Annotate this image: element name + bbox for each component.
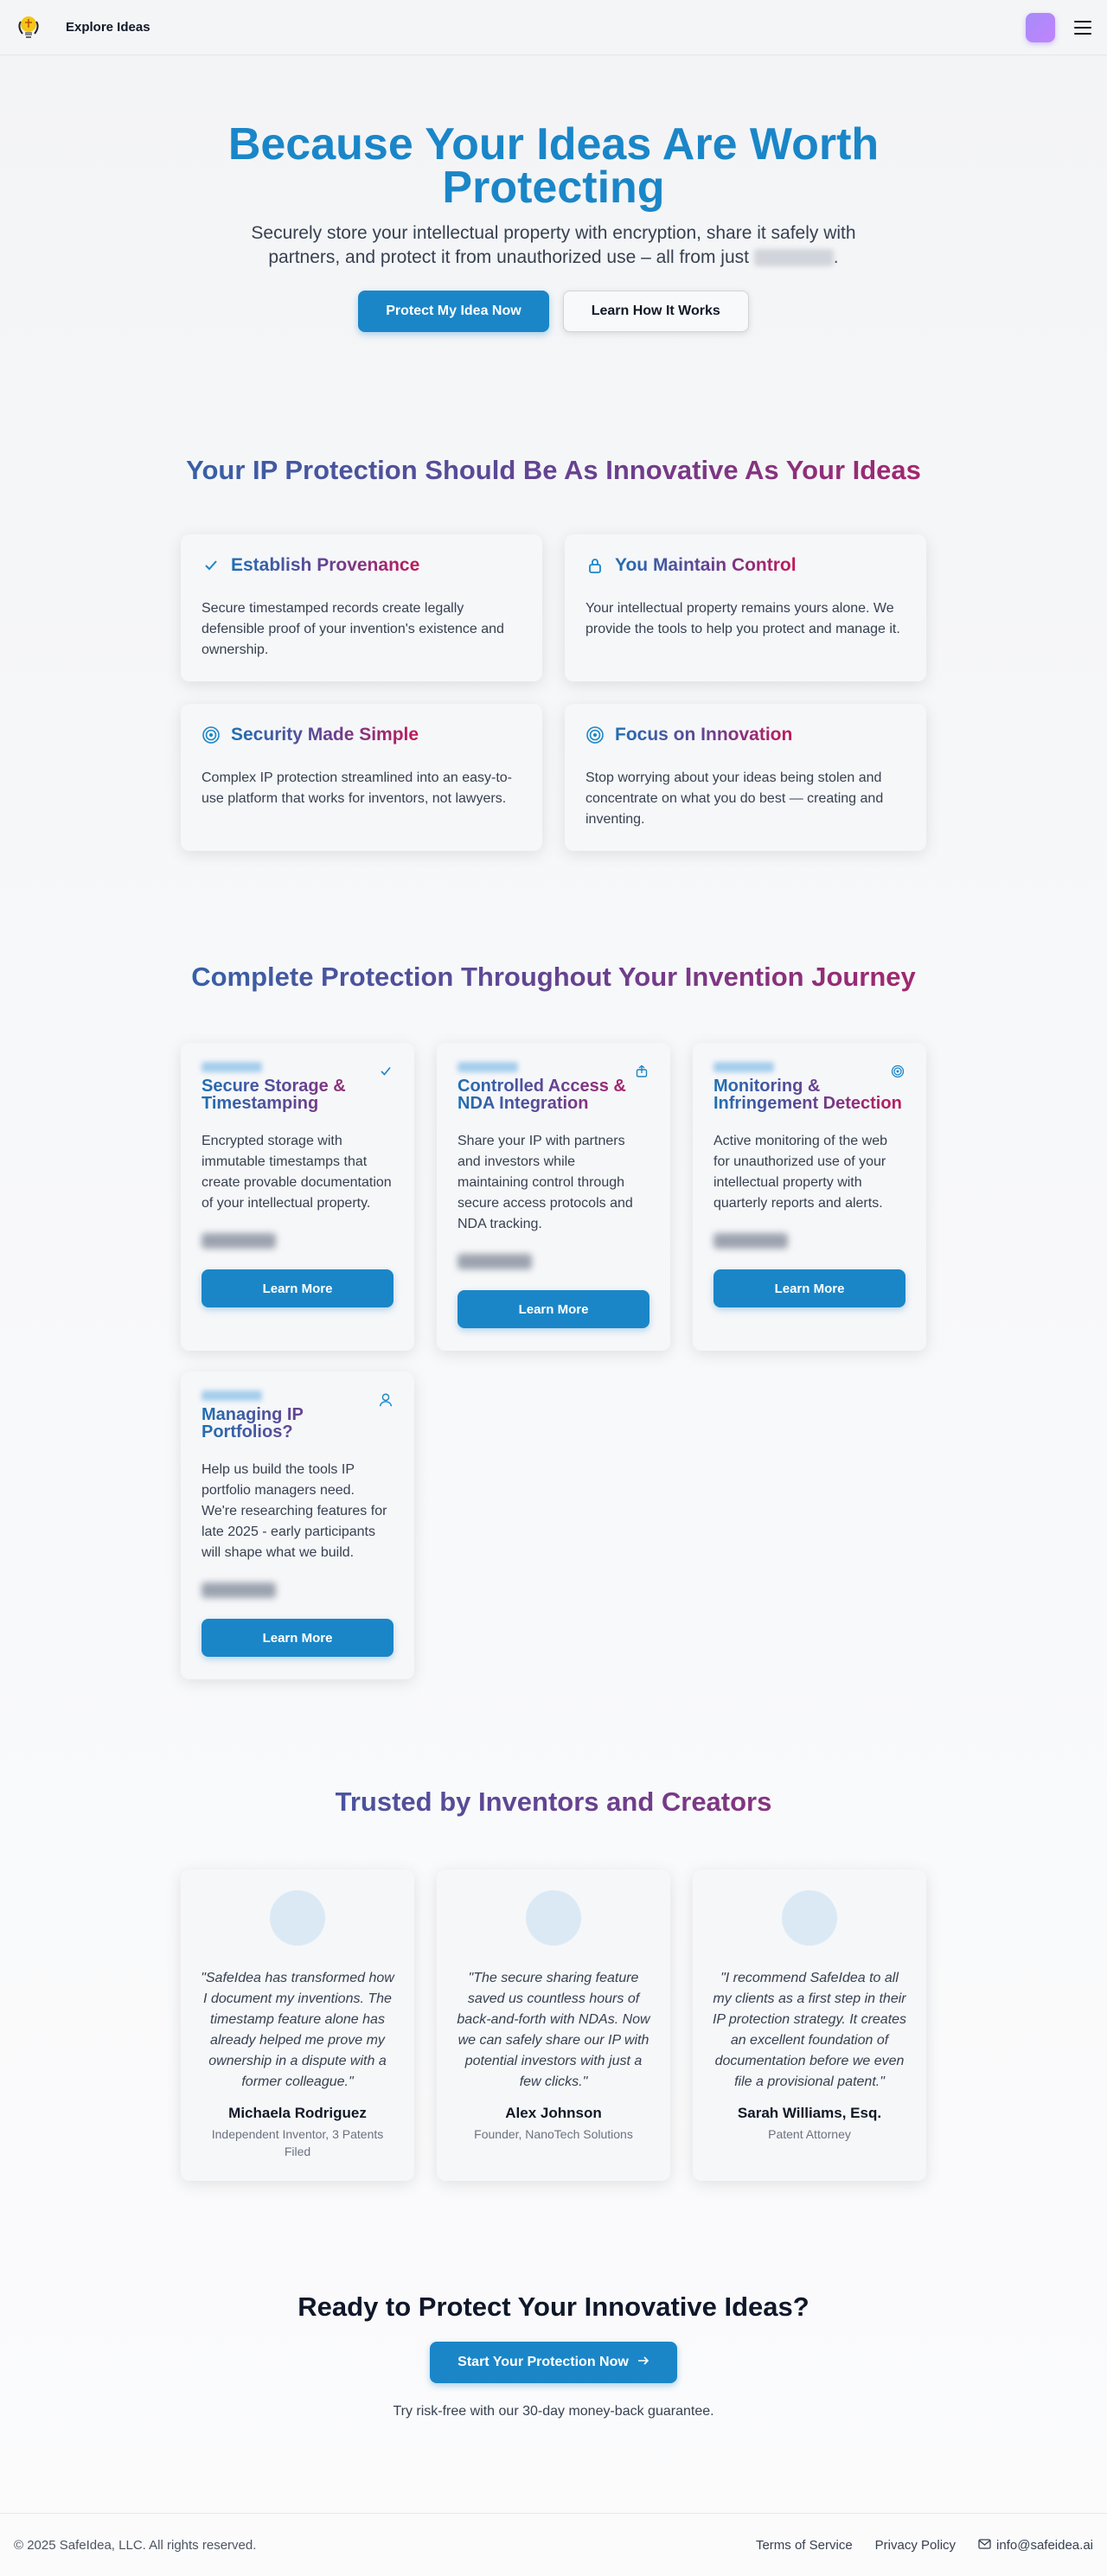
terms-link[interactable]: Terms of Service: [756, 2538, 853, 2553]
blurred-price: [202, 1582, 276, 1598]
service-text: Help us build the tools IP portfolio man…: [202, 1462, 387, 1560]
hero-subtitle-end: .: [833, 247, 839, 267]
cta-section: Ready to Protect Your Innovative Ideas? …: [0, 2292, 1107, 2419]
service-text: Active monitoring of the web for unautho…: [713, 1134, 887, 1211]
feature-card: Focus on Innovation Stop worrying about …: [565, 704, 926, 851]
share-icon: [634, 1064, 649, 1079]
email-link[interactable]: info@safeidea.ai: [978, 2538, 1093, 2553]
learn-more-button[interactable]: Learn More: [458, 1290, 649, 1328]
hero-buttons: Protect My Idea Now Learn How It Works: [0, 291, 1107, 332]
feature-title: Security Made Simple: [231, 725, 419, 745]
hamburger-menu-icon[interactable]: [1074, 20, 1091, 35]
blurred-tag: [713, 1062, 774, 1072]
testimonial-role: Independent Inventor, 3 Patents Filed: [211, 2127, 384, 2158]
feature-title: Establish Provenance: [231, 555, 420, 575]
explore-ideas-link[interactable]: Explore Ideas: [66, 20, 150, 35]
blurred-price: [458, 1254, 532, 1269]
learn-more-button[interactable]: Learn More: [202, 1619, 394, 1657]
service-card: Controlled Access & NDA Integration Shar…: [437, 1043, 670, 1351]
testimonial-quote: "I recommend SafeIdea to all my clients …: [712, 1971, 907, 2089]
testimonial-card: "SafeIdea has transformed how I document…: [181, 1870, 414, 2181]
testimonial-avatar: [270, 1890, 325, 1946]
user-icon: [378, 1392, 394, 1408]
arrow-right-icon: [637, 2355, 649, 2370]
cta-button-label: Start Your Protection Now: [458, 2355, 629, 2369]
feature-text: Secure timestamped records create legall…: [202, 601, 504, 657]
top-nav: Explore Ideas: [0, 0, 1107, 55]
service-card: Monitoring & Infringement Detection Acti…: [693, 1043, 926, 1351]
feature-card: Establish Provenance Secure timestamped …: [181, 534, 542, 681]
cta-note: Try risk-free with our 30-day money-back…: [393, 2404, 714, 2419]
blurred-tag: [202, 1390, 262, 1401]
features-grid: Establish Provenance Secure timestamped …: [181, 534, 926, 851]
mail-icon: [978, 2538, 991, 2553]
hero-title: Because Your Ideas Are Worth Protecting: [227, 119, 880, 213]
footer-links: Terms of Service Privacy Policy info@saf…: [756, 2538, 1093, 2553]
radar-icon: [890, 1064, 905, 1079]
privacy-link[interactable]: Privacy Policy: [875, 2538, 956, 2553]
testimonial-role: Founder, NanoTech Solutions: [474, 2127, 633, 2141]
check-icon: [378, 1064, 394, 1079]
feature-text: Stop worrying about your ideas being sto…: [585, 770, 884, 827]
services-section: Complete Protection Throughout Your Inve…: [0, 962, 1107, 1679]
service-title: Secure Storage & Timestamping: [202, 1077, 394, 1112]
features-title: Your IP Protection Should Be As Innovati…: [0, 455, 1107, 486]
logo-icon[interactable]: [16, 12, 42, 43]
service-text: Share your IP with partners and investor…: [458, 1134, 633, 1231]
feature-card: You Maintain Control Your intellectual p…: [565, 534, 926, 681]
testimonial-name: Michaela Rodriguez: [228, 2105, 367, 2121]
hero-subtitle: Securely store your intellectual propert…: [225, 221, 882, 270]
user-avatar[interactable]: [1026, 12, 1055, 42]
target-icon: [202, 725, 221, 745]
learn-more-button[interactable]: Learn More: [202, 1269, 394, 1307]
service-card: Managing IP Portfolios? Help us build th…: [181, 1371, 414, 1679]
feature-card: Security Made Simple Complex IP protecti…: [181, 704, 542, 851]
nav-right: [1026, 12, 1091, 42]
learn-how-it-works-button[interactable]: Learn How It Works: [562, 291, 749, 332]
testimonial-name: Alex Johnson: [505, 2105, 602, 2121]
features-section: Your IP Protection Should Be As Innovati…: [0, 455, 1107, 851]
hero-section: Because Your Ideas Are Worth Protecting …: [0, 55, 1107, 332]
blurred-price: [202, 1233, 276, 1249]
testimonial-card: "The secure sharing feature saved us cou…: [437, 1870, 670, 2181]
feature-text: Your intellectual property remains yours…: [585, 601, 900, 636]
feature-title: Focus on Innovation: [615, 725, 793, 745]
testimonials-grid: "SafeIdea has transformed how I document…: [181, 1870, 926, 2181]
check-icon: [202, 556, 221, 575]
feature-text: Complex IP protection streamlined into a…: [202, 770, 512, 806]
protect-my-idea-button[interactable]: Protect My Idea Now: [358, 291, 549, 332]
service-card: Secure Storage & Timestamping Encrypted …: [181, 1043, 414, 1351]
testimonial-avatar: [526, 1890, 581, 1946]
copyright: © 2025 SafeIdea, LLC. All rights reserve…: [14, 2537, 257, 2553]
target-icon: [585, 725, 605, 745]
testimonial-quote: "The secure sharing feature saved us cou…: [457, 1971, 650, 2089]
testimonial-avatar: [782, 1890, 837, 1946]
testimonial-role: Patent Attorney: [768, 2127, 851, 2141]
testimonial-card: "I recommend SafeIdea to all my clients …: [693, 1870, 926, 2181]
testimonials-title: Trusted by Inventors and Creators: [0, 1787, 1107, 1818]
email-text: info@safeidea.ai: [996, 2537, 1093, 2553]
blurred-tag: [202, 1062, 262, 1072]
service-title: Monitoring & Infringement Detection: [713, 1077, 905, 1112]
testimonial-quote: "SafeIdea has transformed how I document…: [201, 1971, 394, 2089]
cta-title: Ready to Protect Your Innovative Ideas?: [298, 2292, 809, 2322]
lock-icon: [585, 556, 605, 575]
services-title: Complete Protection Throughout Your Inve…: [0, 962, 1107, 993]
footer: © 2025 SafeIdea, LLC. All rights reserve…: [0, 2513, 1107, 2576]
feature-title: You Maintain Control: [615, 555, 797, 575]
service-title: Controlled Access & NDA Integration: [458, 1077, 649, 1112]
service-text: Encrypted storage with immutable timesta…: [202, 1134, 392, 1211]
testimonials-section: Trusted by Inventors and Creators "SafeI…: [0, 1787, 1107, 2181]
service-title: Managing IP Portfolios?: [202, 1406, 394, 1441]
learn-more-button[interactable]: Learn More: [713, 1269, 905, 1307]
start-protection-button[interactable]: Start Your Protection Now: [430, 2342, 677, 2383]
services-grid: Secure Storage & Timestamping Encrypted …: [181, 1043, 926, 1679]
blurred-price: [753, 249, 834, 267]
blurred-tag: [458, 1062, 518, 1072]
blurred-price: [713, 1233, 788, 1249]
testimonial-name: Sarah Williams, Esq.: [737, 2105, 882, 2121]
